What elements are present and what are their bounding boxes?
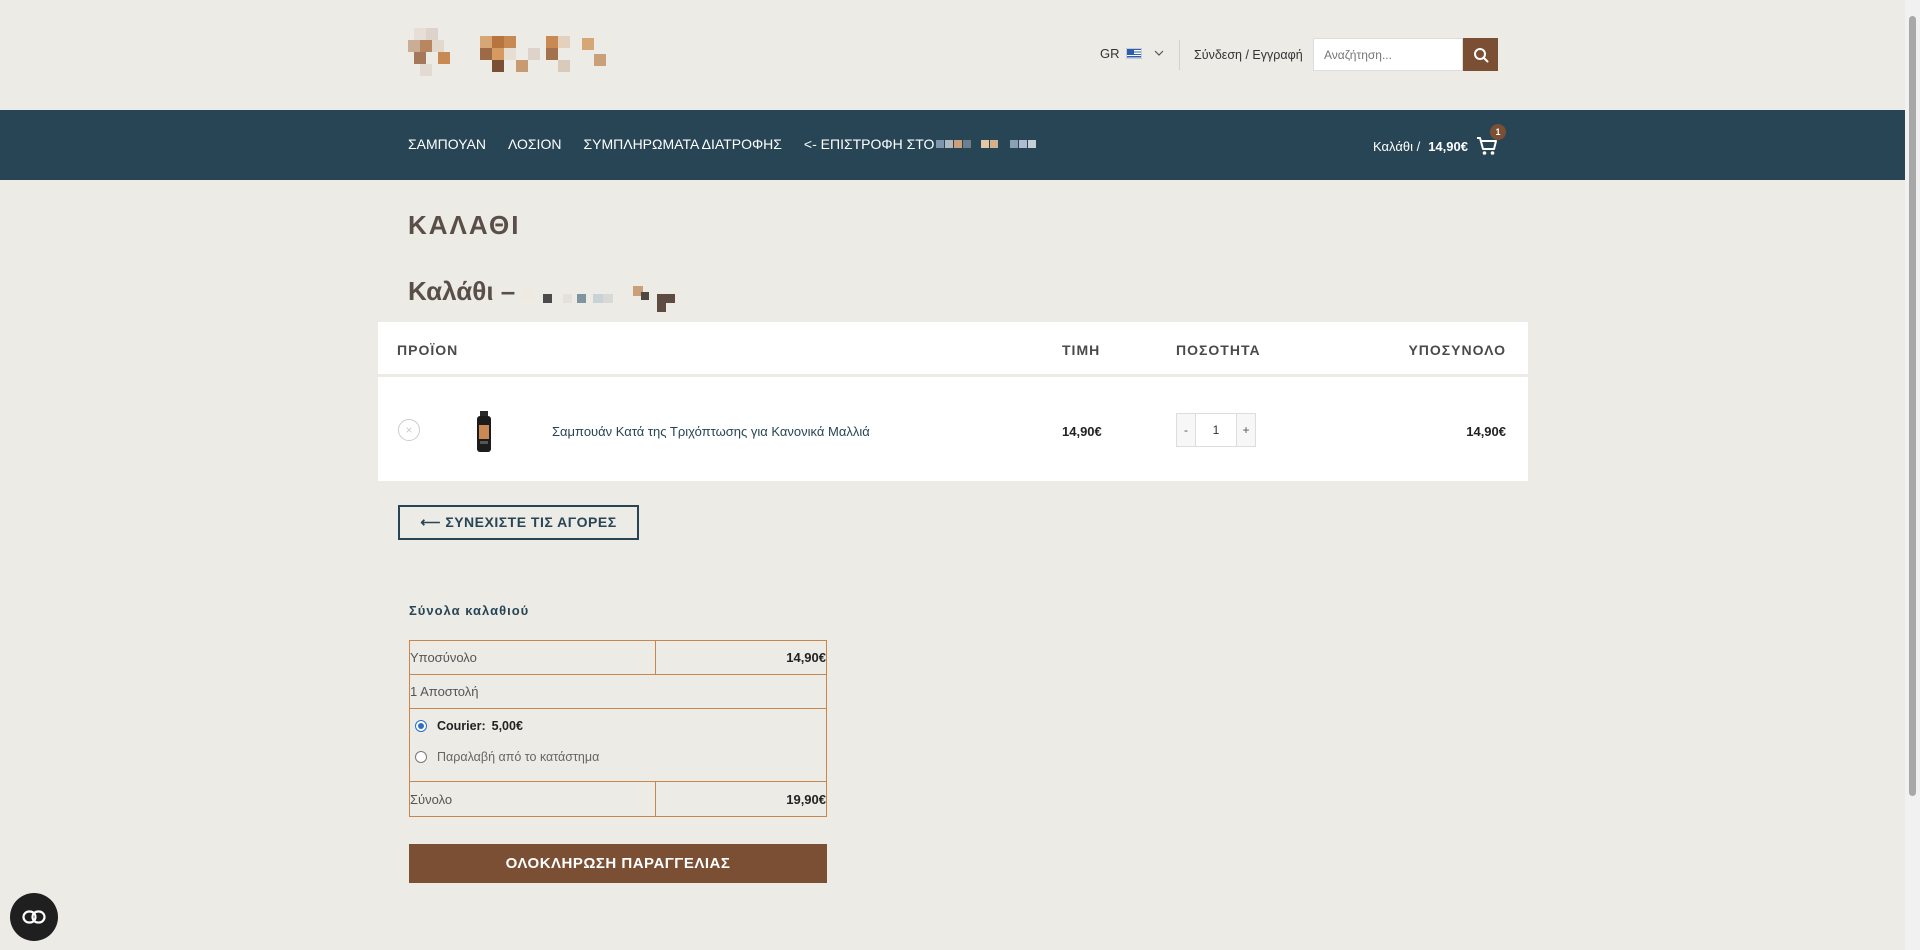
totals-subtotal-label: Υποσύνολο [410, 641, 656, 674]
redacted-pixel [981, 140, 990, 148]
header-divider [1179, 40, 1180, 70]
redacted-pixel [1028, 140, 1037, 148]
shipping-label: 1 Αποστολή [410, 675, 826, 709]
redacted-pixel [1019, 140, 1028, 148]
redacted-pixel [1010, 140, 1019, 148]
totals-total-value: 19,90€ [786, 791, 826, 807]
quantity-input[interactable]: 1 [1196, 413, 1236, 447]
totals-subtotal-row: Υποσύνολο 14,90€ [410, 641, 826, 675]
remove-item-button[interactable]: × [398, 419, 420, 441]
redacted-pixel [936, 140, 945, 148]
product-thumbnail[interactable] [474, 411, 494, 453]
product-name-link[interactable]: Σαμπουάν Κατά της Τριχόπτωσης για Κανονι… [552, 424, 870, 439]
header-cart-amount: 14,90€ [1428, 138, 1468, 154]
quantity-stepper: - 1 + [1176, 413, 1256, 447]
search-button[interactable] [1463, 38, 1498, 71]
nav-item-return-label: <- ΕΠΙΣΤΡΟΦΗ ΣΤΟ [803, 136, 935, 152]
cart-totals-title: Σύνολα καλαθιού [409, 603, 530, 618]
proceed-to-checkout-button[interactable]: ΟΛΟΚΛΗΡΩΣΗ ΠΑΡΑΓΓΕΛΙΑΣ [409, 844, 827, 883]
redacted-pixel [954, 140, 963, 148]
redacted-pixel [990, 140, 999, 148]
scrollbar-thumb[interactable] [1909, 16, 1916, 796]
col-price: ΤΙΜΗ [1062, 342, 1101, 358]
close-icon: × [405, 423, 413, 437]
shopping-cart-icon: 1 [1476, 124, 1506, 156]
redacted-pixel [945, 140, 954, 148]
col-product: ΠΡΟΪΟΝ [397, 342, 459, 358]
pickup-label: Παραλαβή από το κατάστημα [437, 750, 600, 764]
nav-item-lotion[interactable]: ΛΟΣΙΟΝ [508, 136, 562, 152]
accessibility-widget-button[interactable] [10, 893, 58, 941]
login-register-link[interactable]: Σύνδεση / Εγγραφή [1194, 48, 1303, 62]
greek-flag-icon [1125, 48, 1142, 59]
language-code: GR [1100, 46, 1120, 61]
site-logo[interactable] [408, 28, 608, 78]
site-header: GR Σύνδεση / Εγγραφή [0, 0, 1905, 110]
quantity-decrease-button[interactable]: - [1176, 413, 1196, 447]
search-icon [1473, 47, 1488, 62]
col-quantity: ΠΟΣΟΤΗΤΑ [1176, 342, 1261, 358]
col-subtotal: ΥΠΟΣΥΝΟΛΟ [1408, 342, 1506, 358]
shipping-options: Courier: 5,00€ Παραλαβή από το κατάστημα [410, 709, 826, 782]
shipping-radio-courier[interactable] [415, 720, 427, 732]
redacted-pixel [963, 140, 972, 148]
search-input[interactable] [1313, 38, 1463, 71]
cart-item-row: × Σαμπουάν Κατά της Τριχόπτωσης για Κανο… [378, 377, 1528, 481]
continue-shopping-button[interactable]: ⟵ ΣΥΝΕΧΙΣΤΕ ΤΙΣ ΑΓΟΡΕΣ [398, 505, 639, 540]
totals-total-row: Σύνολο 19,90€ [410, 782, 826, 816]
search-form [1313, 38, 1498, 71]
cart-totals-table: Υποσύνολο 14,90€ 1 Αποστολή Courier: 5,0… [409, 640, 827, 817]
main-navigation: ΣΑΜΠΟΥΑΝ ΛΟΣΙΟΝ ΣΥΜΠΛΗΡΩΜΑΤΑ ΔΙΑΤΡΟΦΗΣ <… [0, 110, 1905, 180]
totals-subtotal-value: 14,90€ [786, 650, 826, 665]
courier-price: 5,00€ [491, 719, 523, 733]
courier-label: Courier: [437, 719, 486, 733]
language-switcher[interactable]: GR [1100, 46, 1164, 61]
item-subtotal: 14,90€ [1466, 424, 1506, 439]
cart-table-header: ΠΡΟΪΟΝ ΤΙΜΗ ΠΟΣΟΤΗΤΑ ΥΠΟΣΥΝΟΛΟ [378, 322, 1528, 377]
shipping-option-pickup[interactable]: Παραλαβή από το κατάστημα [415, 750, 599, 764]
redacted-pixels [523, 280, 693, 312]
link-icon [22, 910, 46, 924]
item-price: 14,90€ [1062, 424, 1102, 439]
cart-heading: Καλάθι – [408, 276, 693, 312]
shipping-option-courier[interactable]: Courier: 5,00€ [415, 719, 523, 733]
cart-count-badge: 1 [1489, 124, 1506, 140]
header-cart-link[interactable]: Καλάθι / 14,90€ 1 [1373, 124, 1506, 156]
nav-item-return[interactable]: <- ΕΠΙΣΤΡΟΦΗ ΣΤΟ [804, 136, 1037, 152]
shipping-radio-pickup[interactable] [415, 751, 427, 763]
page-scrollbar[interactable] [1905, 0, 1920, 950]
cart-table: ΠΡΟΪΟΝ ΤΙΜΗ ΠΟΣΟΤΗΤΑ ΥΠΟΣΥΝΟΛΟ × Σαμπουά… [378, 322, 1528, 481]
page-title: ΚΑΛΑΘΙ [408, 210, 521, 240]
totals-total-label: Σύνολο [410, 782, 656, 816]
quantity-increase-button[interactable]: + [1236, 413, 1256, 447]
nav-item-supplements[interactable]: ΣΥΜΠΛΗΡΩΜΑΤΑ ΔΙΑΤΡΟΦΗΣ [583, 136, 781, 152]
cart-heading-label: Καλάθι – [408, 276, 516, 306]
nav-item-shampoo[interactable]: ΣΑΜΠΟΥΑΝ [408, 136, 486, 152]
chevron-down-icon [1154, 48, 1164, 59]
header-cart-label: Καλάθι / [1373, 138, 1421, 154]
